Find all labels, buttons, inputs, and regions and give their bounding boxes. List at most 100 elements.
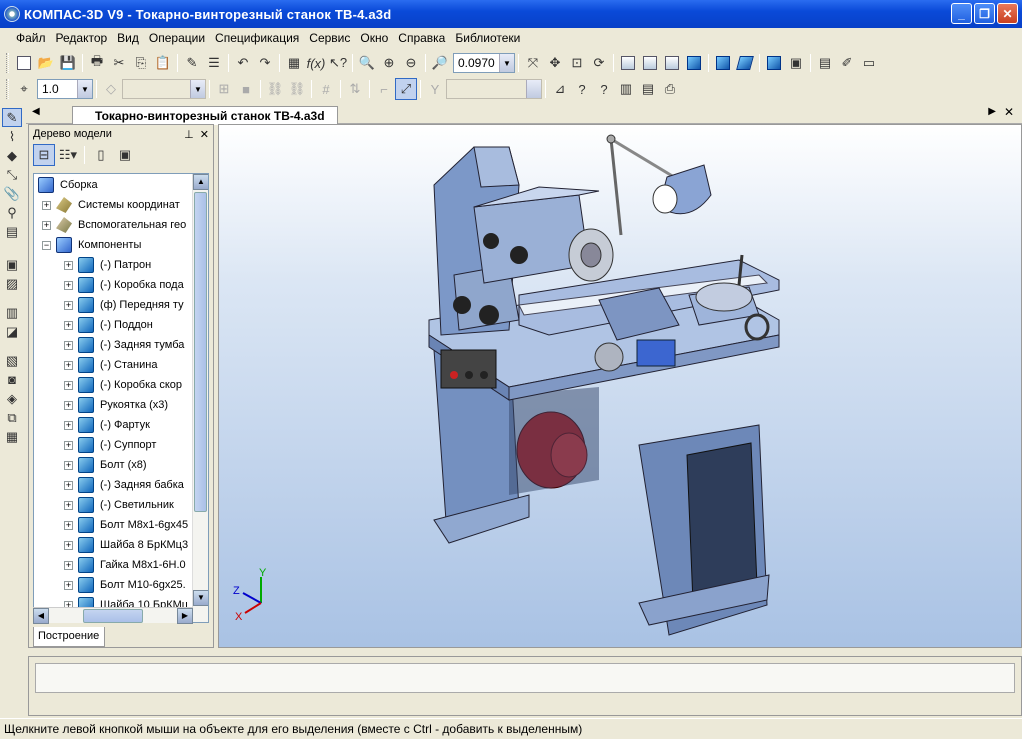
snap-point-icon[interactable]: ⌖ <box>13 78 35 100</box>
spec-icon[interactable]: ▤ <box>2 222 22 241</box>
curves-icon[interactable]: ⌇ <box>2 127 22 146</box>
array-icon[interactable]: ◈ <box>2 389 22 408</box>
tree-component[interactable]: + (-) Поддон <box>64 315 153 335</box>
hidden-lines-icon[interactable] <box>639 52 661 74</box>
tab-build[interactable]: Построение <box>33 627 105 647</box>
tree-group[interactable]: − Компоненты <box>42 235 141 255</box>
properties-icon[interactable]: ✎ <box>181 52 203 74</box>
pan-icon[interactable]: ✥ <box>544 52 566 74</box>
scroll-up-icon[interactable]: ▲ <box>193 174 208 190</box>
tab-scroll-right-icon[interactable]: ▶ <box>988 106 996 117</box>
extrude-icon[interactable]: ▥ <box>2 303 22 322</box>
tree-component[interactable]: + Рукоятка (x3) <box>64 395 168 415</box>
perspective-icon[interactable] <box>734 52 756 74</box>
mirror-icon[interactable]: ⧉ <box>2 408 22 427</box>
tree-group[interactable]: + Вспомогательная гео <box>42 215 186 235</box>
formula-icon[interactable]: f(x) <box>305 52 327 74</box>
orientation-icon[interactable]: ⤧ <box>522 52 544 74</box>
shaded-edges-icon[interactable] <box>712 52 734 74</box>
section-view-icon[interactable] <box>763 52 785 74</box>
print-icon[interactable]: 🖶 <box>86 52 108 74</box>
redo-icon[interactable]: ↷ <box>254 52 276 74</box>
maximize-button[interactable]: ❐ <box>974 3 995 24</box>
paste-icon[interactable]: 📋 <box>152 52 174 74</box>
points-icon[interactable]: ◆ <box>2 146 22 165</box>
save-icon[interactable]: 💾 <box>57 52 79 74</box>
new-document-icon[interactable] <box>13 52 35 74</box>
tree-component[interactable]: + (-) Станина <box>64 355 157 375</box>
scroll-left-icon[interactable]: ◀ <box>33 608 49 624</box>
tab-scroll-left-icon[interactable]: ◀ <box>32 106 40 117</box>
edit-assembly-icon[interactable]: ✎ <box>2 108 22 127</box>
measure-tool-icon[interactable]: 📎 <box>2 184 22 203</box>
tree-component[interactable]: + (-) Фартук <box>64 415 150 435</box>
step-combo[interactable]: 1.0 ▼ <box>37 79 93 99</box>
tree-component[interactable]: + (-) Задняя тумба <box>64 335 184 355</box>
copy-icon[interactable]: ⎘ <box>130 52 152 74</box>
tree-relations-icon[interactable]: ▣ <box>114 144 136 166</box>
mate-icon[interactable]: ⊿ <box>549 78 571 100</box>
rotate-icon[interactable]: ⟳ <box>588 52 610 74</box>
attach-icon[interactable]: ⎙ <box>659 78 681 100</box>
bom-icon[interactable]: ▥ <box>615 78 637 100</box>
tab-close-icon[interactable]: ✕ <box>1004 105 1014 119</box>
report-icon[interactable]: ▤ <box>637 78 659 100</box>
tree-component[interactable]: + Болт М8х1-6gх45 <box>64 515 188 535</box>
rotate-body-icon[interactable]: ◪ <box>2 322 22 341</box>
tree-group[interactable]: + Системы координат <box>42 195 180 215</box>
scroll-right-icon[interactable]: ▶ <box>177 608 193 624</box>
tree-component[interactable]: + (-) Коробка пода <box>64 275 184 295</box>
zoom-scale-icon[interactable]: 🔎 <box>429 52 451 74</box>
help-pointer-icon[interactable]: ↖? <box>327 52 349 74</box>
tab-document[interactable]: Токарно-винторезный станок ТВ-4.a3d <box>72 106 338 125</box>
menu-help[interactable]: Справка <box>396 31 453 45</box>
cut-body-icon[interactable]: ▧ <box>2 351 22 370</box>
zoom-icon[interactable]: 🔍 <box>356 52 378 74</box>
tree-hscroll[interactable]: ◀ ▶ <box>33 607 193 624</box>
tree-component[interactable]: + (ф) Передняя ту <box>64 295 184 315</box>
tree-component[interactable]: + Болт (x8) <box>64 455 147 475</box>
scroll-down-icon[interactable]: ▼ <box>193 590 208 606</box>
wireframe-icon[interactable] <box>617 52 639 74</box>
library-tool-icon[interactable]: ▦ <box>2 427 22 446</box>
insert-component-icon[interactable]: ▨ <box>2 274 22 293</box>
zoom-in-icon[interactable]: ⊕ <box>378 52 400 74</box>
snap-toggle-icon[interactable]: ⤢ <box>395 78 417 100</box>
menu-libraries[interactable]: Библиотеки <box>453 31 528 45</box>
close-button[interactable]: ✕ <box>997 3 1018 24</box>
tree-component[interactable]: + (-) Светильник <box>64 495 174 515</box>
fit-all-icon[interactable]: ⊡ <box>566 52 588 74</box>
tree-component[interactable]: + (-) Суппорт <box>64 435 156 455</box>
library-icon[interactable]: ▤ <box>814 52 836 74</box>
tree-component[interactable]: + Гайка М8х1-6Н.0 <box>64 555 186 575</box>
shaded-icon[interactable] <box>683 52 705 74</box>
tree-component[interactable]: + (-) Коробка скор <box>64 375 182 395</box>
tree-root[interactable]: Сборка <box>38 175 98 195</box>
tree-state-icon[interactable]: ▯ <box>90 144 112 166</box>
tree-view-icon[interactable]: ☷▾ <box>57 144 79 166</box>
manager-icon[interactable]: ▦ <box>283 52 305 74</box>
pin-icon[interactable]: ⊥ <box>184 129 194 141</box>
minimize-button[interactable]: _ <box>951 3 972 24</box>
menu-window[interactable]: Окно <box>358 31 396 45</box>
query-icon[interactable]: ? <box>593 78 615 100</box>
tree-component[interactable]: + (-) Задняя бабка <box>64 475 184 495</box>
hole-icon[interactable]: ◙ <box>2 370 22 389</box>
filter-icon[interactable]: ⚲ <box>2 203 22 222</box>
tree-hscroll-thumb[interactable] <box>83 609 143 623</box>
tree-structure-icon[interactable]: ⊟ <box>33 144 55 166</box>
measure-icon[interactable]: ✐ <box>836 52 858 74</box>
tree-component[interactable]: + Шайба 8 БрКМц3 <box>64 535 188 555</box>
tree-component[interactable]: + (-) Патрон <box>64 255 151 275</box>
cut-icon[interactable]: ✂ <box>108 52 130 74</box>
hidden-thin-icon[interactable] <box>661 52 683 74</box>
undo-icon[interactable]: ↶ <box>232 52 254 74</box>
tree-close-icon[interactable]: ✕ <box>200 129 209 141</box>
list-icon[interactable]: ☰ <box>203 52 225 74</box>
add-component-icon[interactable]: ▣ <box>2 255 22 274</box>
zoom-out-icon[interactable]: ⊖ <box>400 52 422 74</box>
zoom-combo[interactable]: 0.0970 ▼ <box>453 53 515 73</box>
menu-view[interactable]: Вид <box>115 31 147 45</box>
mates-icon[interactable]: ⤡ <box>2 165 22 184</box>
menu-edit[interactable]: Редактор <box>54 31 116 45</box>
